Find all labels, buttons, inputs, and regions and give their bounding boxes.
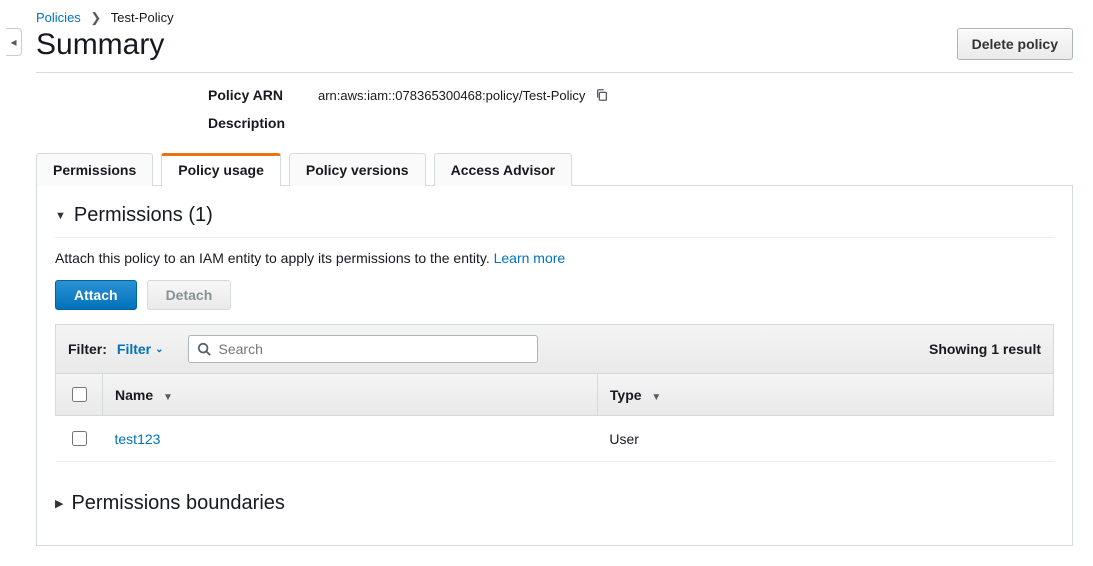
description-label: Description	[208, 115, 308, 131]
tab-permissions[interactable]: Permissions	[36, 153, 153, 186]
filter-dropdown[interactable]: Filter ⌄	[117, 341, 164, 357]
tabs: Permissions Policy usage Policy versions…	[36, 153, 1073, 186]
tab-policy-usage[interactable]: Policy usage	[161, 153, 281, 186]
attach-button[interactable]: Attach	[55, 280, 137, 310]
copy-icon[interactable]	[595, 88, 609, 102]
select-all-header[interactable]	[56, 374, 103, 416]
divider	[36, 72, 1073, 73]
column-name[interactable]: Name ▼	[103, 374, 598, 416]
policy-arn-label: Policy ARN	[208, 87, 308, 103]
tab-access-advisor[interactable]: Access Advisor	[434, 153, 573, 186]
tab-panel: ▼ Permissions (1) Attach this policy to …	[36, 185, 1073, 546]
breadcrumb-root[interactable]: Policies	[36, 10, 81, 25]
search-input[interactable]	[217, 340, 529, 358]
filter-bar: Filter: Filter ⌄ Showing 1 result	[55, 324, 1054, 374]
policy-arn-value: arn:aws:iam::078365300468:policy/Test-Po…	[318, 88, 585, 103]
boundaries-accordion[interactable]: ▶ Permissions boundaries	[55, 488, 1054, 525]
permissions-help-text: Attach this policy to an IAM entity to a…	[55, 250, 1054, 266]
filter-label: Filter:	[68, 341, 107, 357]
search-input-wrap[interactable]	[188, 335, 538, 363]
description-row: Description	[208, 115, 1073, 131]
entities-table: Name ▼ Type ▼ test123 User	[55, 374, 1054, 462]
caret-down-icon: ▼	[55, 210, 66, 222]
result-count: Showing 1 result	[929, 341, 1041, 357]
sort-icon: ▼	[163, 392, 173, 403]
tab-policy-versions[interactable]: Policy versions	[289, 153, 426, 186]
entity-name-link[interactable]: test123	[115, 431, 161, 447]
entity-type: User	[597, 416, 1053, 462]
detach-button: Detach	[147, 280, 232, 310]
permissions-accordion[interactable]: ▼ Permissions (1)	[55, 200, 1054, 238]
policy-arn-row: Policy ARN arn:aws:iam::078365300468:pol…	[208, 87, 1073, 103]
select-all-checkbox[interactable]	[72, 387, 87, 402]
chevron-right-icon: ❯	[90, 10, 101, 26]
page-title: Summary	[36, 28, 164, 62]
row-checkbox[interactable]	[72, 431, 87, 446]
breadcrumb: Policies ❯ Test-Policy	[36, 10, 1073, 26]
delete-policy-button[interactable]: Delete policy	[957, 28, 1073, 60]
search-icon	[197, 342, 211, 356]
breadcrumb-current: Test-Policy	[111, 10, 174, 25]
table-row: test123 User	[56, 416, 1054, 462]
permissions-section-title: Permissions (1)	[74, 204, 213, 227]
learn-more-link[interactable]: Learn more	[494, 250, 566, 266]
collapse-side-handle[interactable]: ◂	[6, 28, 22, 56]
caret-right-icon: ▶	[55, 497, 63, 510]
column-type[interactable]: Type ▼	[597, 374, 1053, 416]
boundaries-section-title: Permissions boundaries	[71, 492, 284, 515]
sort-icon: ▼	[651, 392, 661, 403]
chevron-down-icon: ⌄	[155, 344, 163, 355]
